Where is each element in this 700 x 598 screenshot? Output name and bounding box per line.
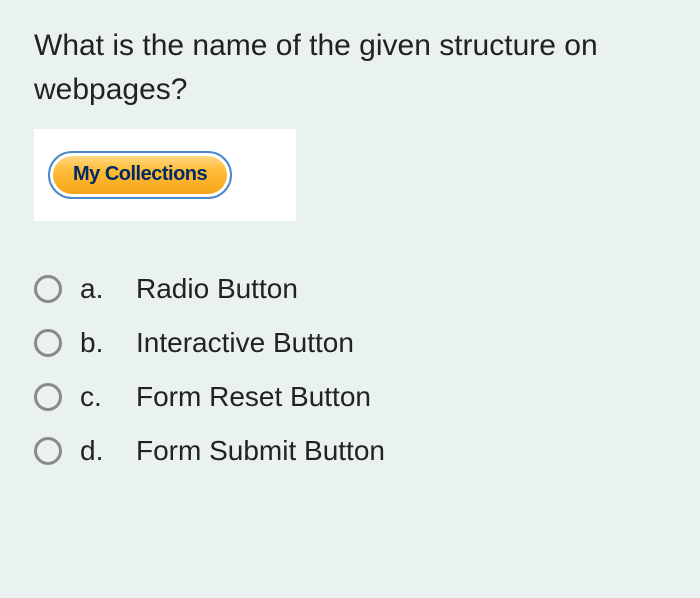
- example-button-label: My Collections: [73, 163, 207, 185]
- option-text: Form Reset Button: [136, 381, 371, 413]
- option-a[interactable]: a. Radio Button: [34, 273, 666, 305]
- example-button: My Collections: [48, 151, 232, 199]
- option-letter: a.: [80, 273, 118, 305]
- option-letter: d.: [80, 435, 118, 467]
- option-text: Form Submit Button: [136, 435, 385, 467]
- question-text: What is the name of the given structure …: [34, 24, 666, 111]
- option-letter: b.: [80, 327, 118, 359]
- option-text: Radio Button: [136, 273, 298, 305]
- option-letter: c.: [80, 381, 118, 413]
- radio-icon[interactable]: [34, 329, 62, 357]
- option-b[interactable]: b. Interactive Button: [34, 327, 666, 359]
- radio-icon[interactable]: [34, 437, 62, 465]
- example-image-block: My Collections: [34, 129, 296, 221]
- options-list: a. Radio Button b. Interactive Button c.…: [34, 273, 666, 467]
- option-text: Interactive Button: [136, 327, 354, 359]
- option-c[interactable]: c. Form Reset Button: [34, 381, 666, 413]
- example-button-inner: My Collections: [53, 156, 227, 194]
- radio-icon[interactable]: [34, 383, 62, 411]
- radio-icon[interactable]: [34, 275, 62, 303]
- option-d[interactable]: d. Form Submit Button: [34, 435, 666, 467]
